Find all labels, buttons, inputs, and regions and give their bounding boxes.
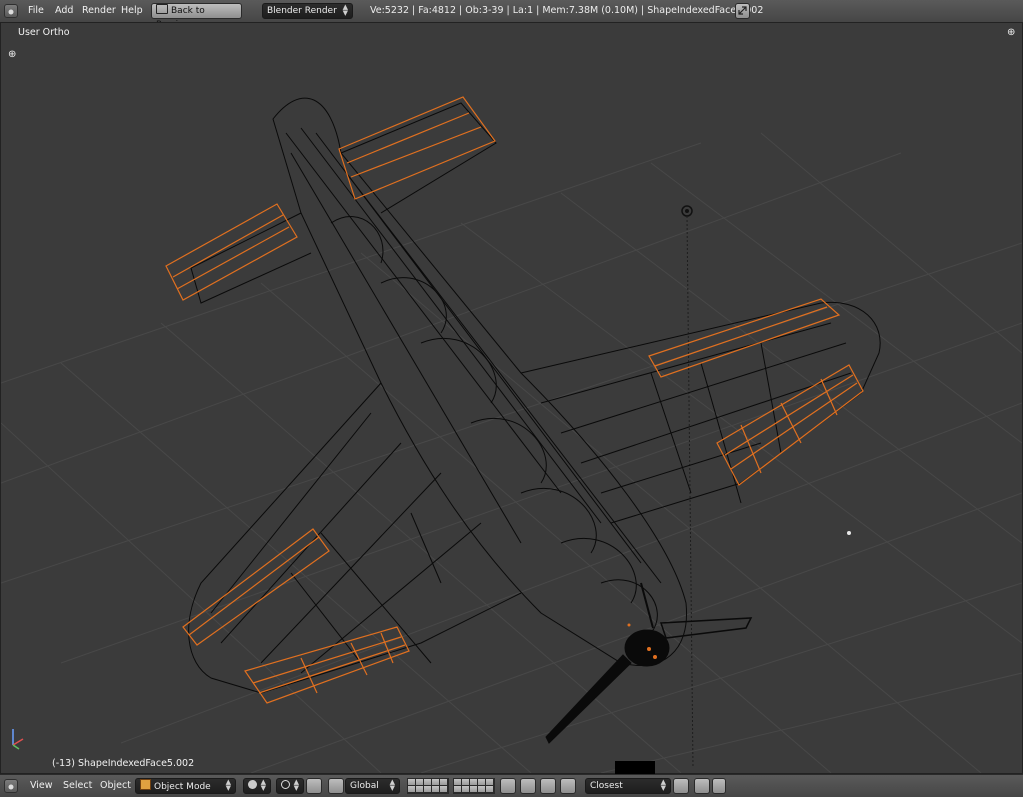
translate-manipulator-icon[interactable] — [328, 778, 344, 794]
updown-arrows-icon: ▲ ▼ — [389, 778, 395, 792]
menu-object[interactable]: Object — [100, 775, 131, 797]
manipulator-toggle-icon[interactable] — [306, 778, 322, 794]
mode-label: Object Mode — [154, 782, 211, 792]
pivot-icon — [281, 780, 290, 789]
menu-add[interactable]: Add — [55, 0, 73, 22]
menu-render[interactable]: Render — [82, 0, 116, 22]
proportional-falloff-icon[interactable] — [540, 778, 556, 794]
scene-layers-group-2[interactable] — [453, 778, 495, 794]
menu-help[interactable]: Help — [121, 0, 143, 22]
origin-dot — [847, 531, 851, 535]
menu-view[interactable]: View — [30, 775, 53, 797]
render-animation-icon[interactable] — [712, 778, 726, 794]
shading-sphere-icon — [248, 780, 257, 789]
updown-arrows-icon: ▲ ▼ — [342, 3, 348, 17]
scene-layers-group-1[interactable] — [407, 778, 449, 794]
menu-select[interactable]: Select — [63, 775, 92, 797]
info-header: File Add Render Help Back to Previous Bl… — [0, 0, 1023, 30]
updown-arrows-icon: ▲ ▼ — [293, 778, 299, 792]
render-engine-dropdown[interactable]: Blender Render ▲ ▼ — [262, 3, 353, 19]
editor-type-icon[interactable] — [4, 4, 18, 18]
screen-icon — [156, 4, 168, 14]
render-opengl-icon[interactable] — [694, 778, 710, 794]
back-to-previous-button[interactable]: Back to Previous — [151, 3, 242, 30]
snap-target-label: Closest — [590, 781, 623, 791]
snap-target-dropdown[interactable]: Closest ▲ ▼ — [585, 778, 671, 794]
menu-file[interactable]: File — [28, 0, 44, 22]
proportional-edit-icon[interactable] — [520, 778, 536, 794]
fullscreen-toggle-icon[interactable] — [735, 3, 750, 19]
black-marker — [615, 761, 655, 775]
snap-align-icon[interactable] — [673, 778, 689, 794]
editor-type-icon-bottom[interactable] — [4, 779, 18, 793]
updown-arrows-icon: ▲ ▼ — [225, 778, 231, 792]
cube-icon — [140, 779, 151, 790]
lock-layers-icon[interactable] — [500, 778, 516, 794]
floor-grid — [1, 132, 1022, 773]
scene-canvas — [1, 96, 1022, 773]
updown-arrows-icon: ▲ ▼ — [260, 778, 266, 792]
3d-viewport[interactable]: User Ortho ⊕ ⊕ (-13) ShapeIndexedFace5.0… — [0, 22, 1023, 775]
render-engine-label: Blender Render — [267, 6, 337, 16]
pivot-point-dropdown[interactable]: ▲ ▼ — [276, 778, 304, 794]
transform-orientation-dropdown[interactable]: Global ▲ ▼ — [345, 778, 400, 794]
viewport-header: View Select Object Object Mode ▲ ▼ ▲ ▼ ▲ ▼ … — [0, 774, 1023, 797]
active-object-info: (-13) ShapeIndexedFace5.002 — [52, 758, 195, 769]
orientation-label: Global — [350, 781, 379, 791]
updown-arrows-icon: ▲ ▼ — [660, 778, 666, 792]
mode-dropdown[interactable]: Object Mode ▲ ▼ — [135, 778, 236, 794]
snap-toggle-icon[interactable] — [560, 778, 576, 794]
viewport-shading-dropdown[interactable]: ▲ ▼ — [243, 778, 271, 794]
lamp-object[interactable] — [681, 205, 694, 769]
axis-gizmo — [12, 729, 24, 750]
selected-control-surfaces[interactable] — [165, 96, 864, 704]
scene-statistics: Ve:5232 | Fa:4812 | Ob:3-39 | La:1 | Mem… — [370, 5, 764, 16]
